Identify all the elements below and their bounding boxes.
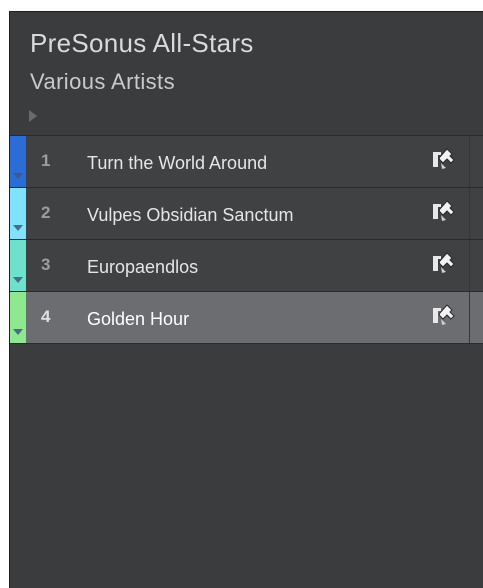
track-row[interactable]: 2 Vulpes Obsidian Sanctum	[10, 187, 483, 239]
expand-triangle-icon[interactable]	[29, 110, 37, 122]
chevron-down-icon[interactable]	[13, 173, 23, 179]
track-row[interactable]: 3 Europaendlos	[10, 239, 483, 291]
track-name: Golden Hour	[87, 309, 190, 329]
track-list: 1 Turn the World Around 2 Vulpes Obsidia…	[10, 135, 483, 344]
track-number: 1	[41, 151, 51, 170]
track-row[interactable]: 1 Turn the World Around	[10, 135, 483, 187]
album-artist: Various Artists	[30, 69, 175, 94]
column-divider	[469, 136, 470, 187]
track-number: 2	[41, 203, 51, 222]
track-color-strip[interactable]	[10, 240, 26, 291]
track-color-strip[interactable]	[10, 292, 26, 343]
column-divider	[469, 240, 470, 291]
track-name: Vulpes Obsidian Sanctum	[87, 205, 294, 225]
track-row-selected[interactable]: 4 Golden Hour	[10, 291, 483, 344]
column-divider	[469, 188, 470, 239]
edit-song-icon[interactable]	[430, 250, 456, 276]
album-title: PreSonus All-Stars	[30, 28, 254, 58]
track-name: Turn the World Around	[87, 153, 268, 173]
track-number: 3	[41, 255, 51, 274]
edit-song-icon[interactable]	[430, 302, 456, 328]
track-name: Europaendlos	[87, 257, 199, 277]
column-divider	[469, 292, 470, 343]
track-number: 4	[41, 307, 51, 326]
chevron-down-icon[interactable]	[13, 225, 23, 231]
track-color-strip[interactable]	[10, 188, 26, 239]
edit-song-icon[interactable]	[430, 198, 456, 224]
chevron-down-icon[interactable]	[13, 277, 23, 283]
track-color-strip[interactable]	[10, 136, 26, 187]
chevron-down-icon[interactable]	[13, 329, 23, 335]
album-panel: PreSonus All-Stars Various Artists 1 Tur…	[9, 11, 483, 588]
edit-song-icon[interactable]	[430, 146, 456, 172]
